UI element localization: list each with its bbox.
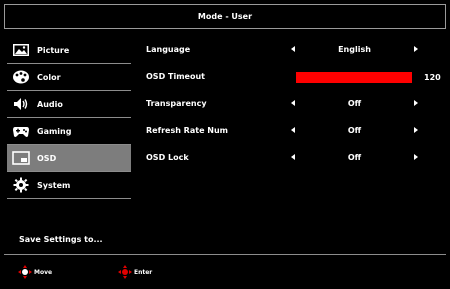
sidebar-item-audio[interactable]: Audio — [7, 91, 131, 118]
sidebar-item-label: Gaming — [37, 126, 72, 136]
sidebar-item-label: System — [37, 180, 71, 190]
picture-icon — [12, 42, 30, 58]
setting-label: OSD Timeout — [146, 72, 205, 81]
setting-language[interactable]: Language English — [146, 37, 446, 64]
arrow-right-icon[interactable] — [414, 46, 418, 52]
setting-label: Transparency — [146, 99, 207, 108]
title-bar: Mode - User — [4, 4, 446, 29]
sidebar-item-label: Picture — [37, 45, 70, 55]
sidebar-item-osd[interactable]: OSD — [7, 145, 131, 172]
speaker-icon — [12, 96, 30, 112]
setting-label: Refresh Rate Num — [146, 126, 228, 135]
sidebar-item-label: OSD — [37, 153, 57, 163]
sidebar-item-system[interactable]: System — [7, 172, 131, 199]
footer: Move Enter — [0, 255, 450, 289]
setting-transparency[interactable]: Transparency Off — [146, 91, 446, 118]
osd-icon — [12, 150, 30, 166]
sidebar-item-label: Color — [37, 72, 61, 82]
arrow-right-icon[interactable] — [414, 154, 418, 160]
osd-window: Mode - User Picture Color Audio Gaming O… — [0, 0, 450, 289]
page-title: Mode - User — [197, 12, 253, 21]
sidebar-item-picture[interactable]: Picture — [7, 37, 131, 64]
setting-refresh-rate-num[interactable]: Refresh Rate Num Off — [146, 118, 446, 145]
osd-timeout-slider[interactable] — [296, 72, 412, 83]
setting-value: Off — [347, 99, 362, 108]
setting-osd-lock[interactable]: OSD Lock Off — [146, 145, 446, 172]
setting-value: Off — [347, 126, 362, 135]
sidebar-item-gaming[interactable]: Gaming — [7, 118, 131, 145]
gear-icon — [12, 177, 30, 193]
dpad-icon — [118, 265, 132, 279]
hint-label: Enter — [134, 268, 153, 276]
setting-value: 120 — [424, 73, 441, 82]
sidebar-item-color[interactable]: Color — [7, 64, 131, 91]
dpad-icon — [18, 265, 32, 279]
setting-osd-timeout[interactable]: OSD Timeout 120 — [146, 64, 446, 91]
palette-icon — [12, 69, 30, 85]
hint-enter: Enter — [117, 264, 152, 280]
arrow-right-icon[interactable] — [414, 127, 418, 133]
setting-value: English — [338, 45, 371, 54]
setting-value: Off — [347, 153, 362, 162]
arrow-right-icon[interactable] — [414, 100, 418, 106]
sidebar: Picture Color Audio Gaming OSD System — [7, 37, 131, 199]
settings-panel: Language English OSD Timeout 120 Transpa… — [146, 37, 446, 172]
hint-label: Move — [34, 268, 53, 276]
gamepad-icon — [12, 123, 30, 139]
sidebar-item-label: Audio — [37, 99, 63, 109]
setting-label: OSD Lock — [146, 153, 189, 162]
save-settings-button[interactable]: Save Settings to... — [19, 235, 103, 244]
slider-fill — [296, 72, 412, 83]
setting-label: Language — [146, 45, 191, 54]
hint-move: Move — [17, 264, 52, 280]
